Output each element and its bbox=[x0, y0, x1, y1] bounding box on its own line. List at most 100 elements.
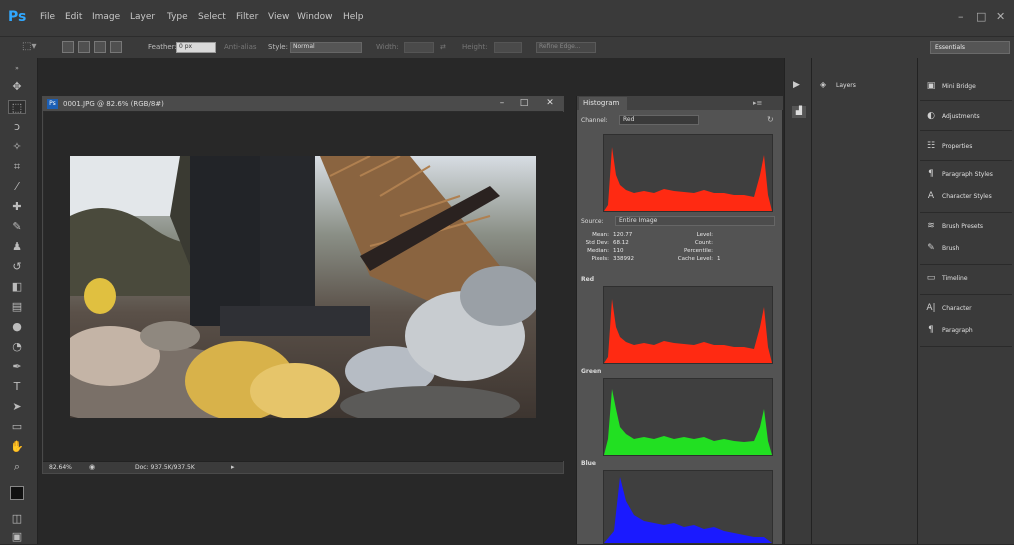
add-selection-icon[interactable] bbox=[78, 41, 90, 53]
level-label: Level: bbox=[696, 232, 713, 238]
tools-panel: » ✥ ⬚ ↄ ✧ ⌗ ⁄ ✚ ✎ ♟ ↺ ◧ ▤ ● ◔ ✒ T ➤ ▭ ✋ … bbox=[0, 58, 38, 544]
brush-presets-button[interactable]: ≋ Brush Presets bbox=[924, 220, 1012, 234]
document-window[interactable]: Ps 0001.JPG @ 82.6% (RGB/8#) – □ ✕ 82.64… bbox=[42, 96, 564, 474]
height-input[interactable] bbox=[494, 42, 522, 53]
type-tool-icon[interactable]: T bbox=[8, 380, 26, 394]
path-selection-icon[interactable]: ➤ bbox=[8, 400, 26, 414]
menu-edit[interactable]: Edit bbox=[65, 12, 82, 22]
menu-file[interactable]: File bbox=[40, 12, 55, 22]
marquee-tool-icon[interactable]: ⬚ bbox=[8, 100, 26, 114]
doc-minimize-icon[interactable]: – bbox=[493, 98, 511, 109]
minimize-icon[interactable]: – bbox=[958, 10, 964, 23]
doc-restore-icon[interactable]: □ bbox=[515, 98, 533, 109]
source-select[interactable]: Entire Image bbox=[615, 216, 775, 226]
menu-image[interactable]: Image bbox=[92, 12, 120, 22]
cache-level-value: 1 bbox=[717, 256, 721, 262]
rectangle-tool-icon[interactable]: ▭ bbox=[8, 420, 26, 434]
lasso-tool-icon[interactable]: ↄ bbox=[8, 120, 26, 134]
bridge-icon: ▣ bbox=[926, 81, 936, 91]
pen-tool-icon[interactable]: ✒ bbox=[8, 360, 26, 374]
subtract-selection-icon[interactable] bbox=[94, 41, 106, 53]
status-arrow-icon[interactable]: ▸ bbox=[231, 463, 235, 471]
blur-tool-icon[interactable]: ● bbox=[8, 320, 26, 334]
menu-window[interactable]: Window bbox=[297, 12, 333, 22]
move-tool-icon[interactable]: ✥ bbox=[8, 80, 26, 94]
brush-tool-icon[interactable]: ✎ bbox=[8, 220, 26, 234]
new-selection-icon[interactable] bbox=[62, 41, 74, 53]
layers-label[interactable]: Layers bbox=[836, 82, 856, 89]
workspace-switcher[interactable]: Essentials bbox=[930, 41, 1010, 54]
menu-layer[interactable]: Layer bbox=[130, 12, 155, 22]
healing-brush-icon[interactable]: ✚ bbox=[8, 200, 26, 214]
quick-mask-icon[interactable]: ◫ bbox=[8, 512, 26, 526]
swap-icon[interactable]: ⇄ bbox=[440, 43, 446, 51]
zoom-level[interactable]: 82.64% bbox=[49, 464, 72, 471]
collapsed-panel-strip: ▶ ▟ bbox=[784, 58, 812, 544]
refine-edge-button[interactable]: Refine Edge... bbox=[536, 42, 596, 53]
menu-filter[interactable]: Filter bbox=[236, 12, 258, 22]
timeline-icon: ▭ bbox=[926, 273, 936, 283]
channel-select[interactable]: Red bbox=[619, 115, 699, 125]
median-label: Median: bbox=[587, 248, 609, 254]
foreground-color-swatch[interactable] bbox=[10, 486, 24, 500]
menu-help[interactable]: Help bbox=[343, 12, 364, 22]
width-label: Width: bbox=[376, 43, 399, 51]
character-button[interactable]: A| Character bbox=[924, 302, 1012, 316]
antialias-checkbox[interactable]: Anti-alias bbox=[224, 43, 257, 51]
adjustments-button[interactable]: ◐ Adjustments bbox=[924, 110, 1012, 124]
menu-type[interactable]: Type bbox=[167, 12, 188, 22]
width-input[interactable] bbox=[404, 42, 434, 53]
mini-bridge-button[interactable]: ▣ Mini Bridge bbox=[924, 80, 1012, 94]
refresh-icon[interactable]: ↻ bbox=[767, 115, 774, 124]
options-bar: ⬚▾ Feather: 0 px Anti-alias Style: Norma… bbox=[0, 36, 1014, 58]
timeline-button[interactable]: ▭ Timeline bbox=[924, 272, 1012, 286]
canvas-area[interactable] bbox=[44, 112, 564, 461]
histogram-main-svg bbox=[604, 147, 772, 211]
collapse-icon[interactable]: » bbox=[8, 62, 26, 76]
hand-tool-icon[interactable]: ✋ bbox=[8, 440, 26, 454]
layers-icon[interactable]: ◈ bbox=[820, 80, 826, 89]
status-icon[interactable]: ◉ bbox=[89, 463, 95, 471]
eyedropper-icon[interactable]: ⁄ bbox=[8, 180, 26, 194]
zoom-tool-icon[interactable]: ⌕ bbox=[8, 460, 26, 474]
dodge-tool-icon[interactable]: ◔ bbox=[8, 340, 26, 354]
eraser-icon[interactable]: ◧ bbox=[8, 280, 26, 294]
properties-icon: ☷ bbox=[926, 141, 936, 151]
brush-button[interactable]: ✎ Brush bbox=[924, 242, 1012, 256]
photo-canvas[interactable] bbox=[70, 156, 536, 418]
status-bar: 82.64% ◉ Doc: 937.5K/937.5K ▸ bbox=[43, 461, 563, 473]
play-icon[interactable]: ▶ bbox=[793, 80, 800, 90]
screen-mode-icon[interactable]: ▣ bbox=[8, 530, 26, 544]
paragraph-styles-button[interactable]: ¶ Paragraph Styles bbox=[924, 168, 1012, 182]
histogram-green-svg bbox=[604, 389, 772, 455]
menu-select[interactable]: Select bbox=[198, 12, 226, 22]
adjustments-icon: ◐ bbox=[927, 111, 935, 121]
paragraph-button[interactable]: ¶ Paragraph bbox=[924, 324, 1012, 338]
close-icon[interactable]: ✕ bbox=[996, 10, 1005, 23]
clone-stamp-icon[interactable]: ♟ bbox=[8, 240, 26, 254]
paragraph-styles-icon: ¶ bbox=[928, 169, 934, 179]
style-select[interactable]: Normal bbox=[290, 42, 362, 53]
magic-wand-icon[interactable]: ✧ bbox=[8, 140, 26, 154]
history-brush-icon[interactable]: ↺ bbox=[8, 260, 26, 274]
right-panel-dock: ▣ Mini Bridge ◐ Adjustments ☷ Properties… bbox=[918, 58, 1014, 544]
restore-icon[interactable]: □ bbox=[976, 10, 986, 23]
doc-close-icon[interactable]: ✕ bbox=[541, 98, 559, 109]
histogram-tabbar: Histogram ▸≡ bbox=[577, 96, 783, 110]
style-label: Style: bbox=[268, 43, 288, 51]
histogram-toggle-icon[interactable]: ▟ bbox=[792, 106, 806, 118]
height-label: Height: bbox=[462, 43, 488, 51]
marquee-tool-icon[interactable]: ⬚▾ bbox=[22, 41, 36, 52]
feather-input[interactable]: 0 px bbox=[176, 42, 216, 53]
gradient-tool-icon[interactable]: ▤ bbox=[8, 300, 26, 314]
properties-button[interactable]: ☷ Properties bbox=[924, 140, 1012, 154]
crop-tool-icon[interactable]: ⌗ bbox=[8, 160, 26, 174]
histogram-graph-main bbox=[603, 134, 773, 212]
tab-histogram[interactable]: Histogram bbox=[579, 97, 627, 110]
menu-view[interactable]: View bbox=[268, 12, 289, 22]
character-styles-button[interactable]: A Character Styles bbox=[924, 190, 1012, 204]
panel-menu-icon[interactable]: ▸≡ bbox=[753, 99, 762, 107]
document-title-bar[interactable]: Ps 0001.JPG @ 82.6% (RGB/8#) – □ ✕ bbox=[43, 97, 563, 111]
pixels-value: 338992 bbox=[613, 256, 634, 262]
intersect-selection-icon[interactable] bbox=[110, 41, 122, 53]
